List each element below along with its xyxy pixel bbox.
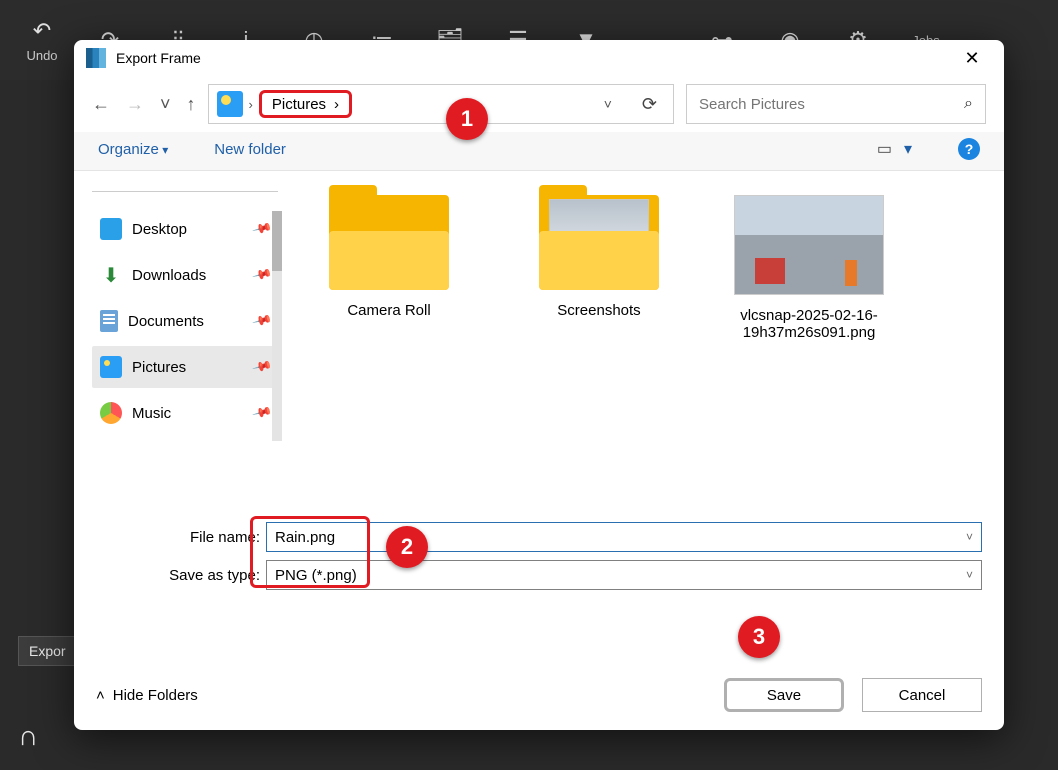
folder-camera-roll[interactable]: Camera Roll <box>304 195 474 319</box>
folder-label: Screenshots <box>514 302 684 319</box>
chevron-down-icon[interactable]: ˅ <box>966 568 973 582</box>
sidebar-item-label: Music <box>132 405 171 422</box>
address-bar[interactable]: › Pictures › ˅ ⟳ <box>208 84 674 124</box>
downloads-icon: ⬇ <box>100 264 122 286</box>
cancel-label: Cancel <box>899 687 946 704</box>
chevron-up-icon: ˄ <box>96 687 105 704</box>
sidebar-item-music[interactable]: Music 📌 <box>92 392 278 434</box>
callout-1: 1 <box>446 98 488 140</box>
app-icon <box>86 48 106 68</box>
save-button[interactable]: Save <box>724 678 844 712</box>
folder-screenshots[interactable]: Screenshots <box>514 195 684 319</box>
bottom-panel: File name: Rain.png ˅ Save as type: PNG … <box>74 506 1004 598</box>
undo-label: Undo <box>26 48 57 63</box>
chevron-down-icon: ▾ <box>904 139 912 159</box>
titlebar: Export Frame ✕ <box>74 40 1004 76</box>
close-icon: ✕ <box>964 48 979 69</box>
footer-bar: ˄ Hide Folders Save Cancel <box>74 598 1004 730</box>
sidebar-item-label: Pictures <box>132 359 186 376</box>
cancel-button[interactable]: Cancel <box>862 678 982 712</box>
folder-label: Camera Roll <box>304 302 474 319</box>
breadcrumb-label: Pictures <box>272 96 326 113</box>
sidebar-item-label: Downloads <box>132 267 206 284</box>
export-button-stub[interactable]: Expor <box>18 636 77 666</box>
file-name-label: File name: <box>96 529 266 546</box>
scrollbar-thumb[interactable] <box>272 211 282 271</box>
file-label: vlcsnap-2025-02-16-19h37m26s091.png <box>724 307 894 341</box>
save-as-type-label: Save as type: <box>96 567 266 584</box>
back-button[interactable]: ← <box>92 94 110 115</box>
tool-row: Organize New folder ▭ ▾ ? <box>74 132 1004 171</box>
music-icon <box>100 402 122 424</box>
view-options[interactable]: ▭ ▾ <box>877 139 912 159</box>
sidebar: Desktop 📌 ⬇ Downloads 📌 Documents 📌 Pict… <box>74 171 284 506</box>
save-label: Save <box>767 687 801 704</box>
image-thumbnail <box>734 195 884 295</box>
nav-row: ← → ˅ ↑ › Pictures › ˅ ⟳ ⌕ <box>74 76 1004 132</box>
pin-icon: 📌 <box>251 310 273 332</box>
sidebar-item-pictures[interactable]: Pictures 📌 <box>92 346 278 388</box>
callout-number: 1 <box>461 106 473 132</box>
undo-icon: ↶ <box>33 18 51 44</box>
sidebar-item-documents[interactable]: Documents 📌 <box>92 300 278 342</box>
view-icon: ▭ <box>877 139 892 159</box>
breadcrumb-pictures[interactable]: Pictures › <box>259 90 352 118</box>
callout-3: 3 <box>738 616 780 658</box>
chevron-down-icon[interactable]: ˅ <box>966 530 973 544</box>
pictures-icon <box>217 91 243 117</box>
file-vlcsnap[interactable]: vlcsnap-2025-02-16-19h37m26s091.png <box>724 195 894 341</box>
desktop-icon <box>100 218 122 240</box>
magnet-icon[interactable]: ∩ <box>18 720 38 752</box>
forward-button[interactable]: → <box>126 94 144 115</box>
file-list: Camera Roll Screenshots vlcsnap-2025-02-… <box>284 171 1004 506</box>
divider <box>92 191 278 192</box>
search-input[interactable] <box>699 96 964 113</box>
refresh-button[interactable]: ⟳ <box>626 94 673 115</box>
sidebar-scrollbar[interactable] <box>272 211 282 441</box>
file-name-value: Rain.png <box>275 529 335 546</box>
hide-folders-label: Hide Folders <box>113 687 198 704</box>
recent-dropdown[interactable]: ˅ <box>160 94 171 115</box>
new-folder-button[interactable]: New folder <box>214 141 286 158</box>
pin-icon: 📌 <box>251 402 273 424</box>
chevron-right-icon: › <box>334 96 339 113</box>
split-pane: Desktop 📌 ⬇ Downloads 📌 Documents 📌 Pict… <box>74 171 1004 506</box>
address-dropdown[interactable]: ˅ <box>590 96 626 112</box>
pin-icon: 📌 <box>251 218 273 240</box>
documents-icon <box>100 310 118 332</box>
sidebar-item-downloads[interactable]: ⬇ Downloads 📌 <box>92 254 278 296</box>
callout-number: 3 <box>753 624 765 650</box>
undo-button[interactable]: ↶ Undo <box>22 18 62 63</box>
pictures-icon <box>100 356 122 378</box>
hide-folders-toggle[interactable]: ˄ Hide Folders <box>96 687 198 704</box>
callout-number: 2 <box>401 534 413 560</box>
help-button[interactable]: ? <box>958 138 980 160</box>
up-button[interactable]: ↑ <box>187 94 196 115</box>
search-box[interactable]: ⌕ <box>686 84 986 124</box>
pin-icon: 📌 <box>251 356 273 378</box>
breadcrumb-sep-icon: › <box>243 97 259 112</box>
close-button[interactable]: ✕ <box>952 43 992 73</box>
pin-icon: 📌 <box>251 264 273 286</box>
sidebar-item-label: Desktop <box>132 221 187 238</box>
file-name-field[interactable]: Rain.png ˅ <box>266 522 982 552</box>
save-as-type-value: PNG (*.png) <box>275 567 357 584</box>
callout-2: 2 <box>386 526 428 568</box>
search-icon: ⌕ <box>964 95 973 113</box>
save-as-type-field[interactable]: PNG (*.png) ˅ <box>266 560 982 590</box>
sidebar-item-label: Documents <box>128 313 204 330</box>
organize-menu[interactable]: Organize <box>98 141 168 158</box>
export-frame-dialog: Export Frame ✕ ← → ˅ ↑ › Pictures › ˅ ⟳ … <box>74 40 1004 730</box>
dialog-title: Export Frame <box>116 50 952 66</box>
sidebar-item-desktop[interactable]: Desktop 📌 <box>92 208 278 250</box>
